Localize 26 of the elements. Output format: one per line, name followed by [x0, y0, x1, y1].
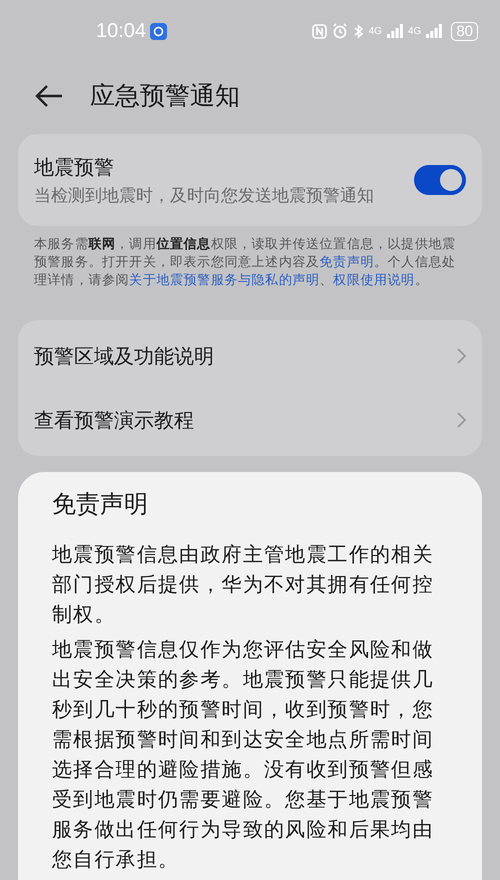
network-type: 4G — [368, 24, 382, 38]
setting-title: 地震预警 — [34, 154, 115, 181]
alarm-icon — [332, 23, 348, 39]
notice-link[interactable]: 关于地震预警服务与隐私的声明 — [129, 273, 320, 288]
setting-description: 当检测到地震时，及时向您发送地震预警通知 — [34, 185, 375, 208]
sheet-title: 免责声明 — [52, 489, 149, 520]
toggle-switch[interactable] — [414, 165, 466, 195]
page-title: 应急预警通知 — [90, 80, 240, 112]
app-notification-icon — [150, 22, 168, 40]
battery-level: 80 — [451, 22, 478, 40]
nfc-icon — [312, 24, 327, 38]
chevron-icon — [457, 348, 466, 364]
back-button[interactable] — [34, 84, 64, 108]
notice-link[interactable]: 权限使用说明 — [333, 273, 415, 288]
network-type: 4G — [408, 24, 422, 38]
disclaimer-paragraph: 地震预警信息由政府主管地震工作的相关部门授权后提供，华为不对其拥有任何控制权。 — [52, 541, 435, 628]
signal-icon — [426, 24, 442, 38]
bluetooth-icon — [352, 24, 364, 38]
notice-link[interactable]: 免责声明 — [320, 255, 374, 270]
service-notice: 本服务需联网，调用位置信息权限，读取并传送位置信息，以提供地震预警服务。打开开关，即表示您同意上述内容及免责声明。个人信息处理详情，请参阅关于地震预警服务与隐私的声明、权限使用说明。 — [34, 236, 457, 290]
status-time: 10:04 — [96, 19, 146, 44]
disclaimer-paragraph: 地震预警信息仅作为您评估安全风险和做出安全决策的参考。地震预警只能提供几秒到几十秒的预警时间，收到预警时，您需根据预警时间和到达安全地点所需时间选择合理的避险措施。没有收到预警但感受到地震时仍需要避险。您基于地震预警服务做出任何行为导致的风险和后果均由您自行承担。 — [52, 636, 435, 873]
menu-item[interactable]: 查看预警演示教程 — [34, 388, 466, 452]
menu-item[interactable]: 预警区域及功能说明 — [34, 324, 466, 388]
chevron-icon — [457, 412, 466, 428]
signal-icon — [386, 24, 403, 38]
